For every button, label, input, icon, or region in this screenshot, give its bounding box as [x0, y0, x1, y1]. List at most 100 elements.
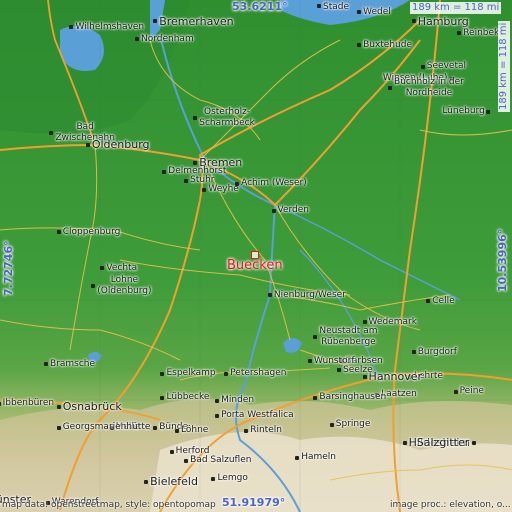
north-bound-label: 53.6211° [232, 0, 288, 13]
place-label: Nienburg/Weser [273, 289, 346, 300]
place-dot-icon [91, 284, 96, 289]
place-dot-icon [162, 169, 167, 174]
place-label: Lüneburg [442, 106, 485, 117]
place-label: Nordenham [140, 33, 194, 44]
south-bound-label: 51.91979° [222, 496, 286, 509]
place-dot-icon [56, 425, 61, 430]
place-dot-icon [411, 350, 416, 355]
place-dot-icon [388, 85, 393, 90]
place-label: Seelze [343, 364, 373, 375]
place-label: Vechta [106, 262, 138, 273]
place-label: Stade [323, 2, 350, 12]
place-dot-icon [134, 37, 139, 42]
place-dot-icon [0, 401, 1, 406]
place-dot-icon [184, 458, 189, 463]
place-dot-icon [329, 422, 334, 427]
place-label: Osnabrück [62, 400, 122, 414]
place-label: Peine [459, 386, 484, 397]
place-dot-icon [357, 10, 362, 15]
place-dot-icon [307, 359, 312, 364]
place-dot-icon [402, 440, 407, 445]
place-label: Laatzen [381, 389, 417, 400]
place-label: Bramsche [49, 358, 96, 369]
place-label: Osterholz- Scharmbeck [199, 106, 255, 128]
place-dot-icon [244, 428, 249, 433]
place-dot-icon [211, 476, 216, 481]
place-dot-icon [337, 368, 342, 373]
place-label: Celle [432, 295, 455, 306]
place-label: Hamburg [417, 14, 469, 28]
place-dot-icon [160, 371, 165, 376]
map-attribution: map data: openstreetmap, style: opentopo… [2, 500, 216, 510]
place-label: Hameln [301, 452, 336, 463]
place-dot-icon [144, 479, 149, 484]
place-label: Reinbek [463, 27, 500, 38]
place-dot-icon [153, 19, 158, 24]
place-dot-icon [56, 230, 61, 235]
place-label: Verden [277, 205, 310, 216]
place-dot-icon [420, 64, 425, 69]
place-dot-icon [362, 320, 367, 325]
place-label: Oldenburg [91, 138, 150, 152]
place-label: Barsinghausen [319, 392, 387, 403]
place-dot-icon [169, 449, 174, 454]
place-dot-icon [215, 413, 220, 418]
place-dot-icon [100, 266, 105, 271]
place-dot-icon [357, 43, 362, 48]
place-label: Neustadt am Rübenberge [319, 326, 378, 348]
place-dot-icon [56, 404, 61, 409]
place-dot-icon [160, 395, 165, 400]
place-dot-icon [471, 440, 476, 445]
place-label: Delmenhorst [168, 166, 227, 177]
place-dot-icon [193, 160, 198, 165]
place-label: Hannover [368, 370, 423, 383]
place-dot-icon [153, 425, 158, 430]
place-dot-icon [49, 130, 54, 135]
place-dot-icon [175, 428, 180, 433]
place-label: Minden [221, 395, 255, 406]
place-label: Burgdorf [417, 346, 457, 357]
place-dot-icon [313, 395, 318, 400]
scale-bar-top: 189 km = 118 mi [410, 2, 502, 14]
scale-bar-right: 189 km = 118 mi [498, 20, 510, 112]
place-dot-icon [43, 362, 48, 367]
place-label: Porta Westfalica [221, 410, 294, 421]
place-dot-icon [184, 178, 189, 183]
place-label: Seevetal [426, 61, 466, 72]
place-label: Bielefeld [150, 475, 198, 489]
place-label: Rinteln [250, 425, 282, 436]
place-label: Wedel [363, 6, 391, 17]
image-attribution: image proc.: elevation, o... [390, 500, 511, 510]
place-dot-icon [202, 187, 207, 192]
place-label: Bremerhaven [159, 14, 234, 28]
place-label: Espelkamp [166, 368, 216, 378]
place-dot-icon [224, 371, 229, 376]
place-label: Cloppenburg [62, 226, 121, 237]
place-dot-icon [486, 109, 491, 114]
place-label: Löhne [181, 425, 209, 436]
place-dot-icon [295, 455, 300, 460]
place-dot-icon [193, 115, 198, 120]
place-label: Lemgo [217, 473, 248, 484]
place-dot-icon [235, 181, 240, 186]
place-label: Buchholz in der Nordheide [394, 76, 464, 98]
place-label: Ibbenbüren [2, 398, 55, 409]
place-label: Wilhelmshaven [75, 21, 145, 32]
place-label: Bad Salzuflen [190, 455, 252, 466]
west-bound-label: 7.72746° [2, 240, 15, 296]
place-label: Georgsmarienhütte [62, 422, 151, 433]
place-dot-icon [317, 4, 322, 9]
place-label: Achim (Weser) [241, 178, 307, 189]
east-bound-label: 10.53996° [496, 228, 509, 292]
place-dot-icon [271, 208, 276, 213]
place-label: Lohne (Oldenburg) [97, 275, 152, 297]
place-dot-icon [426, 299, 431, 304]
place-dot-icon [215, 398, 220, 403]
place-label: Weyhe [208, 184, 239, 195]
target-place-label: Buecken [227, 258, 283, 274]
place-label: Petershagen [230, 368, 287, 378]
place-label: Lübbecke [166, 392, 210, 403]
place-label: Buxtehude [363, 39, 413, 50]
place-dot-icon [411, 19, 416, 24]
place-label: Salzgitter [416, 436, 470, 450]
